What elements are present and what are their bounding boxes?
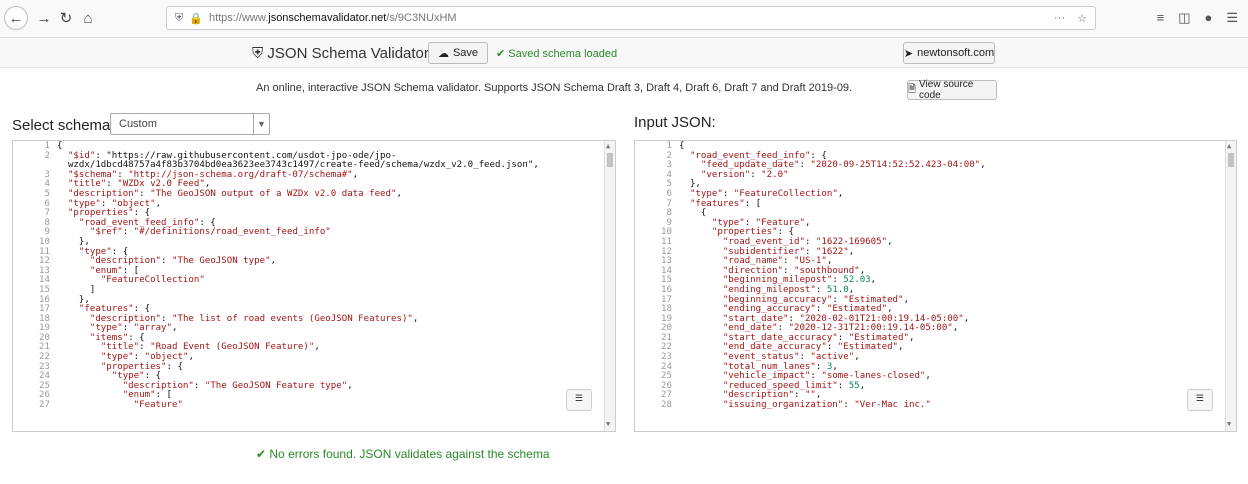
input-scrollbar[interactable]: ▲ ▼ — [1225, 141, 1236, 431]
code-line: "version": "2.0" — [700, 169, 789, 180]
code-line: "$ref": "#/definitions/road_event_feed_i… — [89, 227, 331, 238]
url-domain: jsonschemavalidator.net — [268, 12, 387, 24]
scrollbar-thumb[interactable] — [1228, 153, 1234, 167]
schema-select-value: Custom — [119, 118, 157, 130]
app-title-text: JSON Schema Validator — [267, 45, 429, 62]
chevron-down-icon[interactable]: ▼ — [253, 114, 269, 134]
input-json-label: Input JSON: — [634, 114, 716, 131]
url-prefix: https://www. — [208, 12, 269, 24]
line-number: 2 — [44, 150, 50, 161]
code-line: "issuing_organization": "Ver-Mac inc." — [722, 400, 931, 411]
schema-select[interactable]: Custom ▼ — [110, 113, 270, 135]
schema-editor[interactable]: 1 2 3 4 5 6 7 8 9 10 11 12 13 14 15 16 17 18 19 20 21 22 23 24 2… — [12, 140, 616, 432]
schema-scrollbar[interactable]: ▲ ▼ — [604, 141, 615, 431]
check-icon: ✔ — [256, 447, 270, 461]
browser-toolbar: ← → ↻ ⌂ ⛨ 🔒 https://www. jsonschemavalida… — [0, 0, 1248, 38]
menu-icon[interactable]: ☰ — [1226, 10, 1238, 26]
schema-line-numbers: 1 2 3 4 5 6 7 8 9 10 11 12 13 14 15 16 17 18 19 20 21 22 23 24 2… — [13, 141, 53, 431]
home-icon[interactable]: ⌂ — [76, 6, 100, 30]
save-button[interactable]: ☁ Save — [428, 42, 488, 64]
code-line: "FeatureCollection" — [100, 275, 205, 286]
scroll-up-icon[interactable]: ▲ — [606, 142, 610, 152]
scroll-up-icon[interactable]: ▲ — [1227, 142, 1231, 152]
input-format-button[interactable]: ☰ — [1187, 389, 1213, 411]
address-bar[interactable]: ⛨ 🔒 https://www. jsonschemavalidator.net /… — [166, 6, 1096, 30]
save-label: Save — [452, 47, 479, 59]
code-line: "features": [ — [689, 198, 762, 209]
code-line: "Feature" — [133, 400, 183, 411]
extension-icon[interactable]: ● — [1204, 10, 1212, 26]
newtonsoft-button[interactable]: ➤ newtonsoft.com — [903, 42, 995, 64]
saved-status: ✔ Saved schema loaded — [496, 47, 617, 60]
view-source-button[interactable]: 🗎 View source code — [907, 79, 997, 101]
app-toolbar: ⛨ JSON Schema Validator ☁ Save ✔ Saved sc… — [0, 38, 1248, 68]
scroll-down-icon[interactable]: ▼ — [1227, 420, 1231, 430]
line-number: 28 — [661, 400, 672, 411]
schema-format-button[interactable]: ☰ — [566, 389, 592, 411]
schema-label: Select schema: — [12, 117, 115, 134]
line-number: 27 — [39, 400, 50, 411]
code-line: }, — [57, 236, 90, 247]
validation-result: ✔ No errors found. JSON validates agains… — [256, 447, 550, 461]
cloud-upload-icon: ☁ — [437, 47, 449, 60]
send-icon: ➤ — [903, 47, 914, 60]
page-actions-button[interactable]: ··· — [1054, 12, 1065, 24]
newtonsoft-label: newtonsoft.com — [917, 47, 995, 59]
back-icon[interactable]: ← — [4, 6, 28, 30]
shield-icon[interactable]: ⛨ — [175, 12, 183, 25]
sidebar-icon[interactable]: ◫ — [1178, 10, 1190, 26]
validation-result-text: No errors found. JSON validates against … — [269, 447, 550, 461]
forward-icon[interactable]: → — [32, 6, 56, 30]
schema-code[interactable]: { "$id": "https://raw.githubusercontent.… — [57, 141, 603, 411]
input-line-numbers: 1 2 3 4 5 6 7 8 9 10 11 12 13 14 15 16 17 18 19 20 21 22 23 24 2… — [635, 141, 675, 431]
page-description: An online, interactive JSON Schema valid… — [256, 82, 853, 94]
library-icon[interactable]: ≡ — [1157, 10, 1165, 26]
code-line: ] — [57, 284, 96, 295]
saved-status-text: Saved schema loaded — [508, 48, 618, 60]
shield-logo-icon: ⛨ — [252, 45, 268, 62]
format-icon: ☰ — [1195, 394, 1205, 405]
scroll-down-icon[interactable]: ▼ — [606, 420, 610, 430]
url-path: /s/9C3NUxHM — [386, 12, 457, 24]
app-title: ⛨ JSON Schema Validator — [252, 45, 429, 62]
lock-icon[interactable]: 🔒 — [189, 12, 203, 25]
input-editor[interactable]: 1 2 3 4 5 6 7 8 9 10 11 12 13 14 15 16 17 18 19 20 21 22 23 24 2… — [634, 140, 1237, 432]
scrollbar-thumb[interactable] — [607, 153, 613, 167]
reload-icon[interactable]: ↻ — [54, 6, 78, 30]
star-icon[interactable]: ☆ — [1077, 12, 1087, 25]
view-source-label: View source code — [919, 79, 974, 101]
input-code[interactable]: { "road_event_feed_info": { "feed_update… — [679, 141, 1224, 411]
document-icon: 🗎 — [908, 83, 917, 95]
check-icon: ✔ — [496, 48, 509, 60]
format-icon: ☰ — [574, 394, 584, 405]
